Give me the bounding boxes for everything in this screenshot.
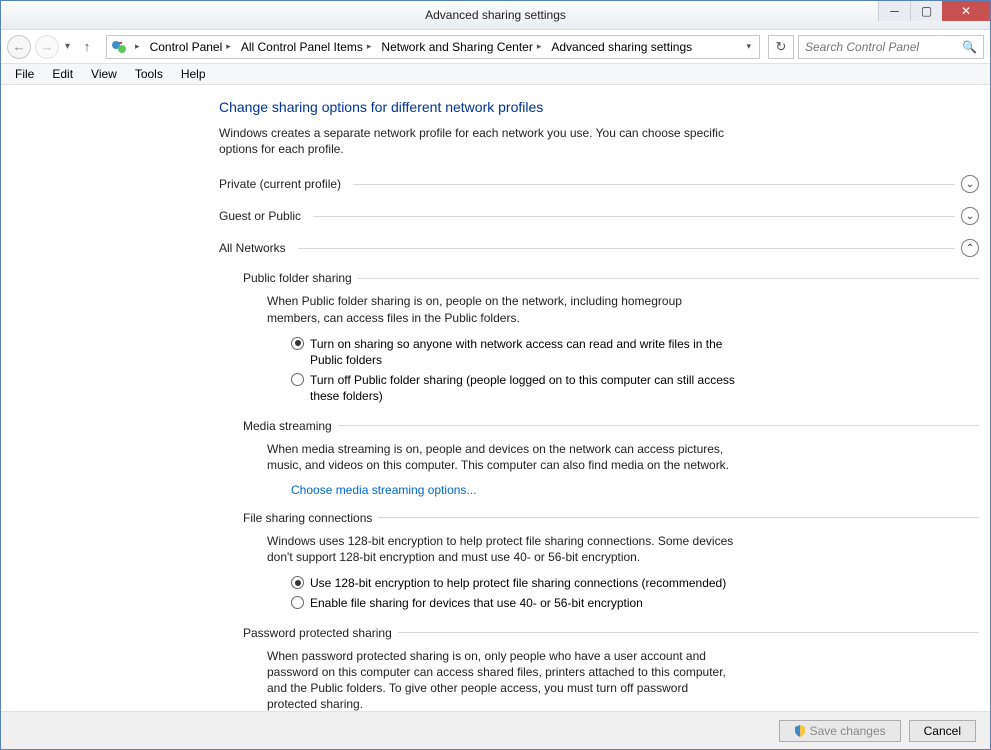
- file-sharing-desc: Windows uses 128-bit encryption to help …: [267, 533, 737, 565]
- page-description: Windows creates a separate network profi…: [219, 125, 749, 157]
- section-file-sharing: File sharing connections: [243, 511, 979, 525]
- chevron-down-icon[interactable]: ⌄: [961, 175, 979, 193]
- breadcrumb-sep: ▸: [129, 41, 146, 52]
- page-heading: Change sharing options for different net…: [219, 99, 979, 115]
- radio-40bit[interactable]: Enable file sharing for devices that use…: [291, 595, 751, 611]
- menu-edit[interactable]: Edit: [44, 65, 81, 83]
- profile-all[interactable]: All Networks ⌃: [219, 239, 979, 257]
- window-title: Advanced sharing settings: [425, 8, 566, 22]
- section-password: Password protected sharing: [243, 626, 979, 640]
- media-options-link[interactable]: Choose media streaming options...: [291, 483, 979, 497]
- maximize-button[interactable]: ▢: [910, 1, 942, 21]
- menu-view[interactable]: View: [83, 65, 125, 83]
- radio-icon[interactable]: [291, 596, 304, 609]
- minimize-button[interactable]: ─: [878, 1, 910, 21]
- address-bar[interactable]: ▸ Control Panel▸ All Control Panel Items…: [106, 35, 760, 59]
- refresh-button[interactable]: ↻: [768, 35, 794, 59]
- close-button[interactable]: ✕: [942, 1, 990, 21]
- search-icon: 🔍: [962, 40, 977, 54]
- profile-private[interactable]: Private (current profile) ⌄: [219, 175, 979, 193]
- public-folder-desc: When Public folder sharing is on, people…: [267, 293, 737, 325]
- public-folder-options: Turn on sharing so anyone with network a…: [291, 336, 979, 405]
- profile-guest-label: Guest or Public: [219, 209, 307, 223]
- breadcrumb-item[interactable]: Network and Sharing Center▸: [379, 40, 547, 54]
- forward-button[interactable]: →: [35, 35, 59, 59]
- menu-tools[interactable]: Tools: [127, 65, 171, 83]
- content: Change sharing options for different net…: [219, 85, 979, 711]
- breadcrumb-item[interactable]: All Control Panel Items▸: [239, 40, 378, 54]
- profile-guest[interactable]: Guest or Public ⌄: [219, 207, 979, 225]
- radio-icon[interactable]: [291, 373, 304, 386]
- control-panel-icon: [111, 39, 127, 55]
- history-dropdown[interactable]: ▾: [65, 41, 70, 52]
- radio-icon[interactable]: [291, 576, 304, 589]
- password-desc: When password protected sharing is on, o…: [267, 648, 737, 711]
- menu-help[interactable]: Help: [173, 65, 214, 83]
- section-media: Media streaming: [243, 419, 979, 433]
- breadcrumb-item[interactable]: Control Panel▸: [148, 40, 237, 54]
- media-desc: When media streaming is on, people and d…: [267, 441, 737, 473]
- menu-file[interactable]: File: [7, 65, 42, 83]
- radio-icon[interactable]: [291, 337, 304, 350]
- radio-public-off[interactable]: Turn off Public folder sharing (people l…: [291, 372, 751, 404]
- save-button[interactable]: Save changes: [779, 720, 901, 742]
- profile-private-label: Private (current profile): [219, 177, 347, 191]
- address-dropdown[interactable]: ▾: [742, 41, 755, 52]
- chevron-down-icon[interactable]: ⌄: [961, 207, 979, 225]
- bottom-bar: Save changes Cancel: [1, 711, 990, 749]
- cancel-button[interactable]: Cancel: [909, 720, 976, 742]
- radio-128bit[interactable]: Use 128-bit encryption to help protect f…: [291, 575, 751, 591]
- shield-icon: [794, 725, 806, 737]
- navbar: ← → ▾ ↑ ▸ Control Panel▸ All Control Pan…: [1, 30, 990, 64]
- chevron-up-icon[interactable]: ⌃: [961, 239, 979, 257]
- window-controls: ─ ▢ ✕: [878, 1, 990, 29]
- search-box[interactable]: 🔍: [798, 35, 984, 59]
- search-input[interactable]: [805, 40, 977, 54]
- section-public-folder: Public folder sharing: [243, 271, 979, 285]
- radio-public-on[interactable]: Turn on sharing so anyone with network a…: [291, 336, 751, 368]
- breadcrumb-item[interactable]: Advanced sharing settings: [549, 40, 694, 54]
- titlebar: Advanced sharing settings ─ ▢ ✕: [1, 1, 990, 30]
- up-button[interactable]: ↑: [76, 36, 98, 58]
- back-button[interactable]: ←: [7, 35, 31, 59]
- file-sharing-options: Use 128-bit encryption to help protect f…: [291, 575, 979, 611]
- profile-all-label: All Networks: [219, 241, 292, 255]
- menubar: File Edit View Tools Help: [1, 64, 990, 85]
- content-scroll[interactable]: Change sharing options for different net…: [1, 85, 990, 711]
